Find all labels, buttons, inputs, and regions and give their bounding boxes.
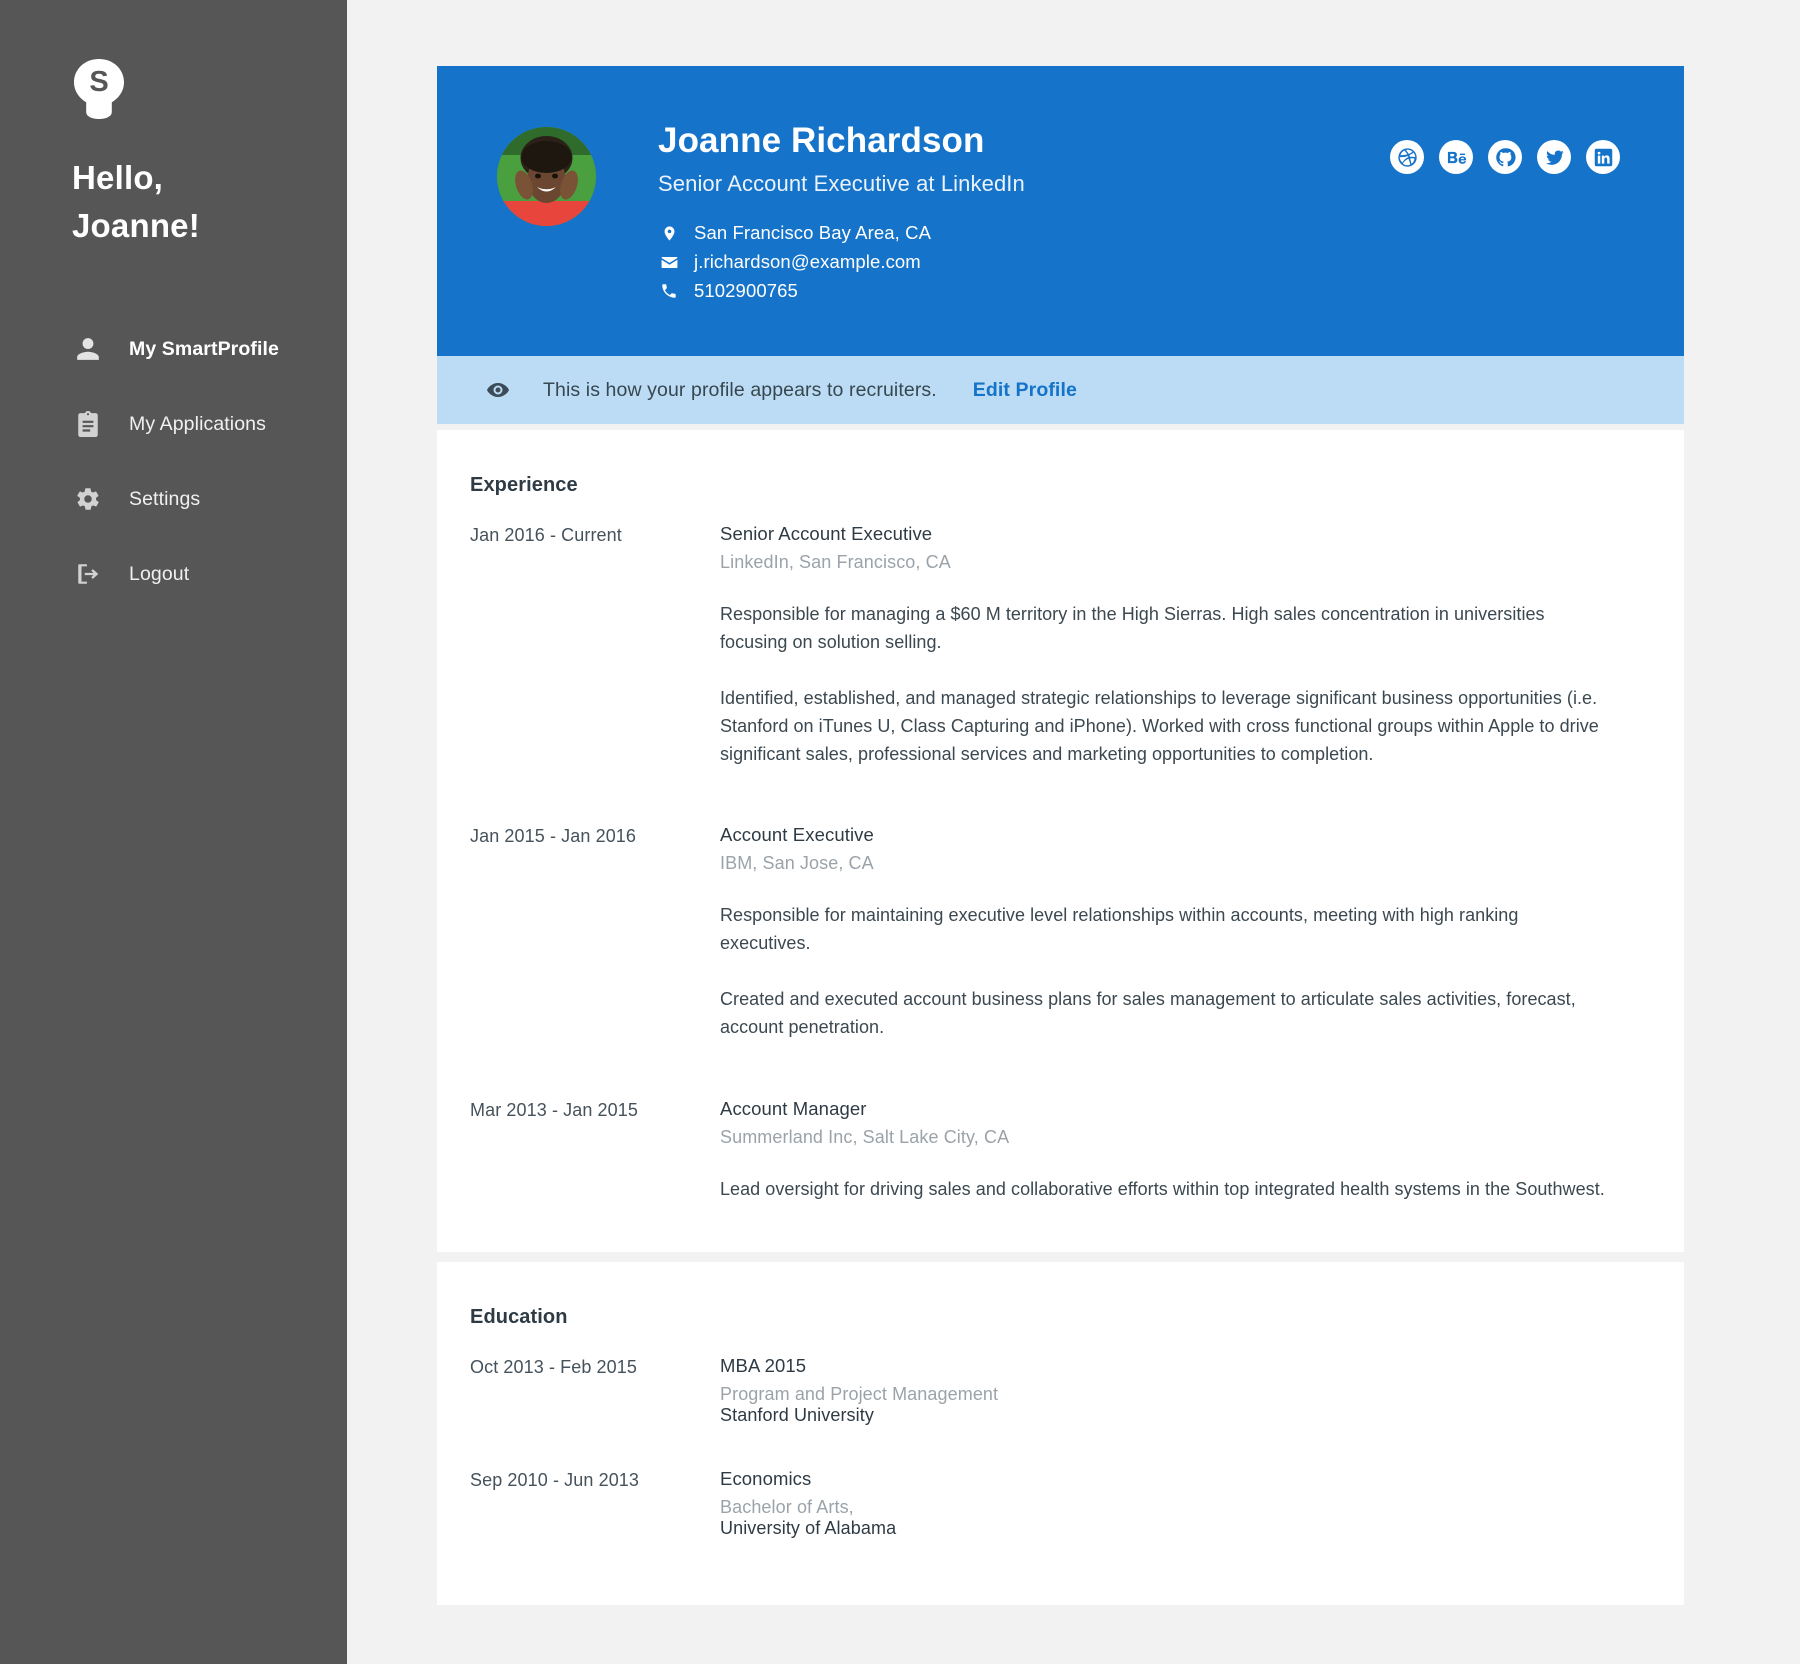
entry-body: Senior Account Executive LinkedIn, San F… (720, 523, 1644, 768)
content-column: Joanne Richardson Senior Account Executi… (437, 66, 1684, 1605)
entry-org: IBM, San Jose, CA (720, 853, 874, 874)
entry-org: Summerland Inc, Salt Lake City, CA (720, 1127, 1010, 1148)
entry-paragraph: Lead oversight for driving sales and col… (720, 1179, 1605, 1200)
edit-profile-link[interactable]: Edit Profile (973, 379, 1077, 402)
location-pin-icon (658, 223, 680, 244)
education-section-title: Education (470, 1305, 568, 1328)
greeting-line-2: Joanne! (72, 206, 200, 244)
entry-body: MBA 2015 Program and Project Management … (720, 1355, 1644, 1426)
sidebar-item-my-applications[interactable]: My Applications (0, 387, 347, 462)
profile-header: Joanne Richardson Senior Account Executi… (437, 66, 1684, 356)
experience-section-title: Experience (470, 474, 578, 496)
sidebar-item-my-smartprofile[interactable]: My SmartProfile (0, 312, 347, 387)
experience-entry: Jan 2016 - Current Senior Account Execut… (437, 523, 1684, 824)
contact-value: 5102900765 (694, 280, 798, 302)
entry-paragraph: Responsible for managing a $60 M territo… (720, 604, 1545, 652)
entry-degree: Economics (720, 1467, 812, 1489)
phone-icon (658, 282, 680, 300)
entry-date: Sep 2010 - Jun 2013 (470, 1469, 640, 1490)
twitter-icon[interactable] (1537, 140, 1571, 174)
avatar (497, 127, 596, 226)
contact-email: j.richardson@example.com (658, 248, 1025, 276)
envelope-icon (658, 253, 680, 272)
education-entry: Sep 2010 - Jun 2013 Economics Bachelor o… (437, 1468, 1684, 1539)
lightbulb-icon: S (74, 59, 124, 119)
entry-body: Account Manager Summerland Inc, Salt Lak… (720, 1098, 1644, 1204)
contact-location: San Francisco Bay Area, CA (658, 219, 1025, 247)
app-root: S Hello, Joanne! My SmartProfile My Appl… (0, 0, 1800, 1664)
entry-paragraph: Responsible for maintaining executive le… (720, 905, 1519, 954)
social-links (1390, 140, 1620, 174)
entry-role: Senior Account Executive (720, 523, 933, 544)
eye-icon (485, 378, 511, 402)
profile-header-text: Joanne Richardson Senior Account Executi… (658, 121, 1025, 306)
profile-headline: Senior Account Executive at LinkedIn (658, 171, 1025, 197)
page-title: Joanne Richardson (658, 121, 985, 160)
entry-date: Jan 2016 - Current (470, 525, 622, 545)
experience-entry: Mar 2013 - Jan 2015 Account Manager Summ… (437, 1098, 1684, 1204)
sidebar-item-settings[interactable]: Settings (0, 462, 347, 537)
entry-body: Economics Bachelor of Arts, University o… (720, 1468, 1644, 1539)
entry-field: Bachelor of Arts, (720, 1496, 854, 1517)
contact-value: San Francisco Bay Area, CA (694, 222, 932, 244)
entry-body: Account Executive IBM, San Jose, CA Resp… (720, 824, 1644, 1042)
entry-date: Jan 2015 - Jan 2016 (470, 826, 637, 847)
contact-value: j.richardson@example.com (694, 251, 921, 273)
logo-letter: S (89, 66, 108, 98)
gear-icon (73, 484, 103, 514)
entry-school: University of Alabama (720, 1517, 897, 1538)
dribbble-icon[interactable] (1390, 140, 1424, 174)
logout-icon (73, 559, 103, 589)
education-card: Education Oct 2013 - Feb 2015 MBA 2015 P… (437, 1261, 1684, 1605)
entry-field: Program and Project Management (720, 1383, 999, 1404)
greeting-line-1: Hello, (72, 159, 164, 196)
experience-entry: Jan 2015 - Jan 2016 Account Executive IB… (437, 824, 1684, 1098)
greeting: Hello, Joanne! (0, 154, 347, 250)
entry-school: Stanford University (720, 1404, 874, 1425)
logo-wrapper: S (0, 58, 347, 120)
entry-role: Account Executive (720, 824, 874, 846)
education-entry: Oct 2013 - Feb 2015 MBA 2015 Program and… (437, 1355, 1684, 1468)
sidebar: S Hello, Joanne! My SmartProfile My Appl… (0, 0, 347, 1664)
main-content: Joanne Richardson Senior Account Executi… (347, 0, 1800, 1664)
smartprofile-lightbulb-logo: S (73, 58, 125, 120)
contact-list: San Francisco Bay Area, CA j.richardson@… (658, 219, 1025, 305)
linkedin-icon[interactable] (1586, 140, 1620, 174)
experience-card: Experience Jan 2016 - Current Senior Acc… (437, 430, 1684, 1252)
sidebar-item-label: Logout (129, 562, 190, 585)
recruiter-preview-banner: This is how your profile appears to recr… (437, 356, 1684, 424)
sidebar-nav: My SmartProfile My Applications Settings… (0, 312, 347, 612)
entry-date: Mar 2013 - Jan 2015 (470, 1100, 639, 1121)
person-icon (73, 334, 103, 364)
sidebar-item-label: My Applications (129, 412, 266, 435)
entry-role: Account Manager (720, 1098, 867, 1120)
entry-date: Oct 2013 - Feb 2015 (470, 1356, 638, 1377)
entry-paragraph: Identified, established, and managed str… (720, 687, 1599, 764)
behance-icon[interactable] (1439, 140, 1473, 174)
sidebar-item-label: Settings (129, 487, 201, 510)
sidebar-item-logout[interactable]: Logout (0, 537, 347, 612)
contact-phone: 5102900765 (658, 277, 1025, 305)
entry-org: LinkedIn, San Francisco, CA (720, 552, 951, 572)
github-icon[interactable] (1488, 140, 1522, 174)
clipboard-icon (73, 409, 103, 439)
entry-degree: MBA 2015 (720, 1354, 807, 1376)
avatar-photo (497, 127, 596, 226)
sidebar-item-label: My SmartProfile (129, 337, 279, 360)
entry-paragraph: Created and executed account business pl… (720, 989, 1576, 1038)
banner-text: This is how your profile appears to recr… (543, 378, 937, 401)
